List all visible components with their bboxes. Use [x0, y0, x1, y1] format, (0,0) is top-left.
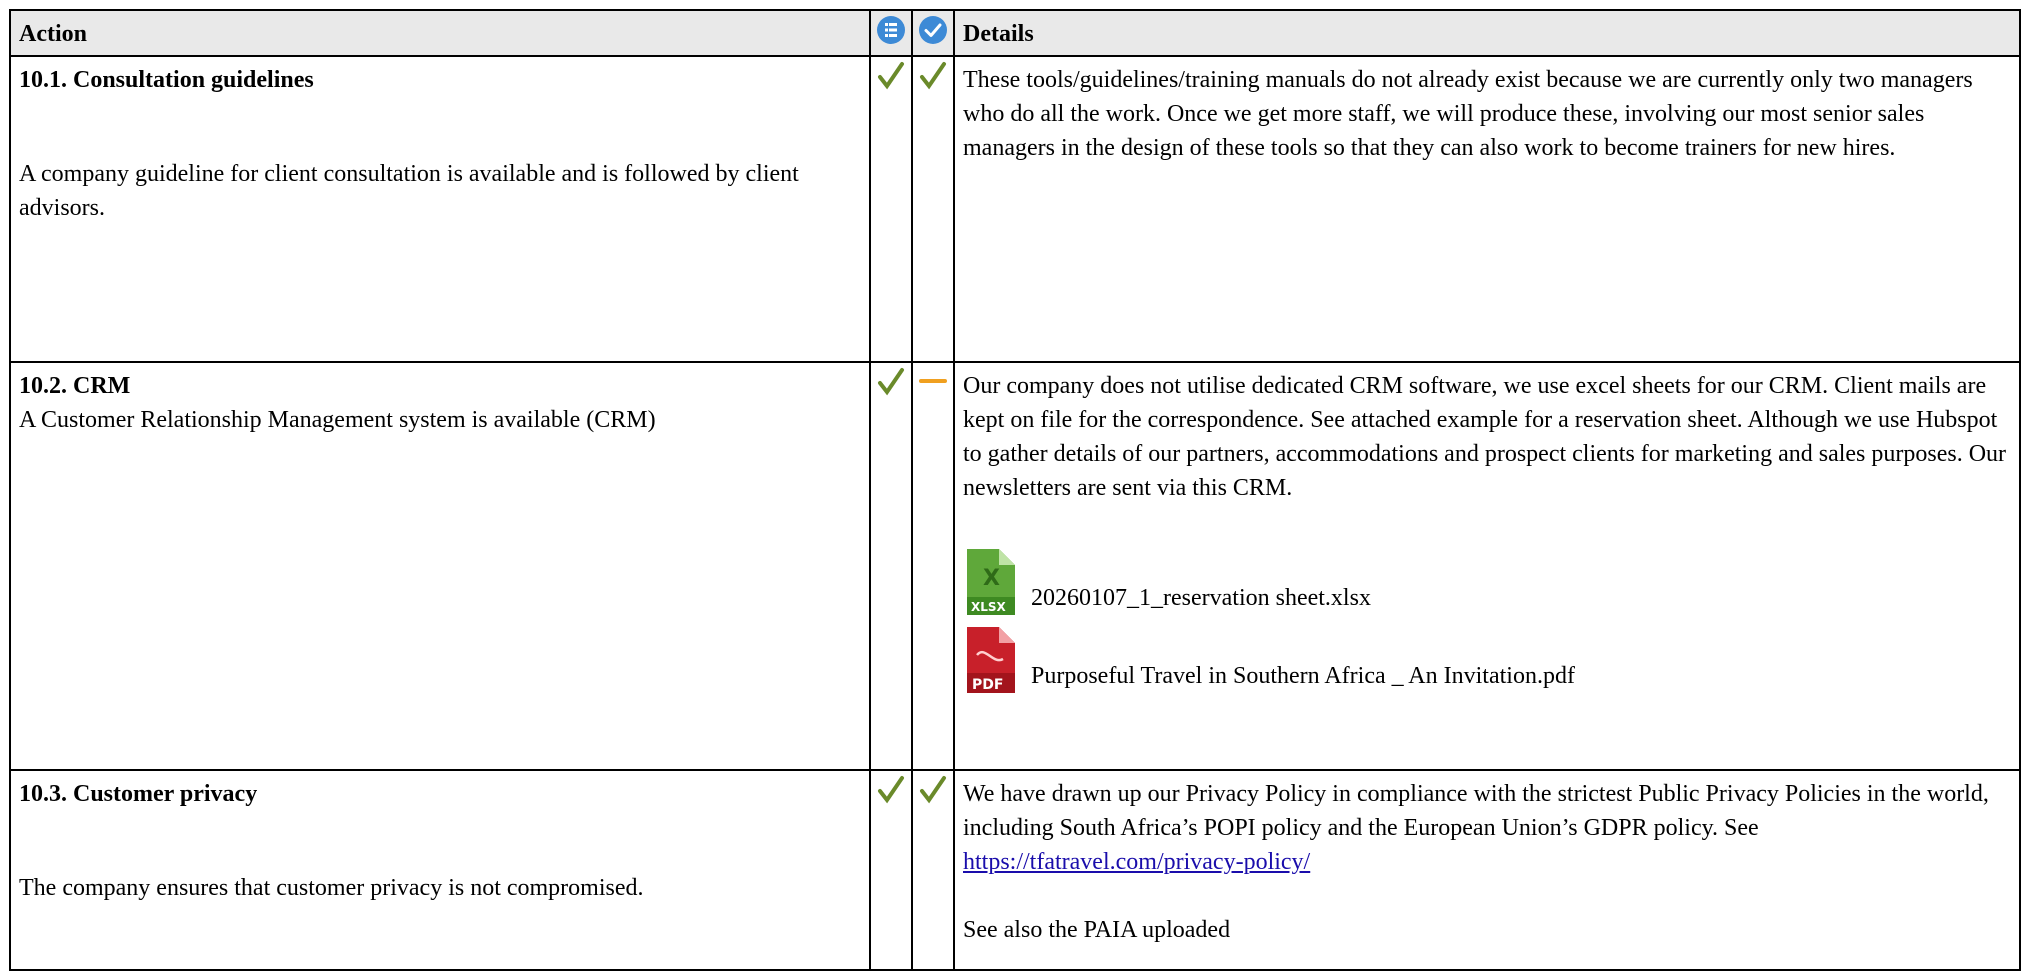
mark-cell-1: [869, 361, 913, 771]
details-text: These tools/guidelines/training manuals …: [963, 67, 1973, 161]
check-icon: [920, 62, 946, 90]
pdf-file-icon: PDF: [967, 627, 1015, 693]
attachment-name[interactable]: 20260107_1_reservation sheet.xlsx: [1031, 583, 1371, 617]
mark-cell-2: [911, 55, 955, 363]
action-title: 10.2. CRM: [19, 373, 131, 399]
mark-cell-1: [869, 769, 913, 971]
details-cell: We have drawn up our Privacy Policy in c…: [953, 769, 2021, 971]
xlsx-file-icon: X XLSX: [967, 549, 1015, 615]
header-list-col: [869, 9, 913, 57]
check-icon: [878, 62, 904, 90]
check-circle-icon: [919, 16, 947, 44]
details-text: Our company does not utilise dedicated C…: [963, 373, 2007, 501]
details-cell: Our company does not utilise dedicated C…: [953, 361, 2021, 771]
action-cell: 10.2. CRM A Customer Relationship Manage…: [9, 361, 871, 771]
svg-text:X: X: [983, 566, 1000, 591]
attachment-pdf[interactable]: PDF Purposeful Travel in Southern Africa…: [963, 623, 2013, 695]
attachment-xlsx[interactable]: X XLSX 20260107_1_reservation sheet.xlsx: [963, 545, 2013, 617]
action-title: 10.3. Customer privacy: [19, 781, 258, 807]
list-icon: [877, 16, 905, 44]
check-icon: [878, 368, 904, 396]
details-text: We have drawn up our Privacy Policy in c…: [963, 777, 2013, 879]
attachment-name[interactable]: Purposeful Travel in Southern Africa _ A…: [1031, 661, 1575, 695]
action-description: A company guideline for client consultat…: [19, 161, 799, 221]
header-check-col: [911, 9, 955, 57]
details-text-after: See also the PAIA uploaded: [963, 917, 1231, 943]
check-icon: [878, 776, 904, 804]
privacy-policy-link[interactable]: https://tfatravel.com/privacy-policy/: [963, 849, 1310, 875]
table-row: 10.2. CRM A Customer Relationship Manage…: [9, 361, 2021, 771]
action-description: A Customer Relationship Management syste…: [19, 407, 656, 433]
mark-cell-2: [911, 769, 955, 971]
header-action: Action: [9, 9, 871, 57]
details-text-before-link: We have drawn up our Privacy Policy in c…: [963, 781, 1989, 841]
table-row: 10.3. Customer privacy The company ensur…: [9, 769, 2021, 971]
check-icon: [920, 776, 946, 804]
partial-dash-icon: [919, 379, 947, 383]
action-description: The company ensures that customer privac…: [19, 875, 644, 901]
action-cell: 10.3. Customer privacy The company ensur…: [9, 769, 871, 971]
table-row: 10.1. Consultation guidelines A company …: [9, 55, 2021, 363]
action-title: 10.1. Consultation guidelines: [19, 67, 314, 93]
header-row: Action Details: [9, 9, 2021, 57]
details-cell: These tools/guidelines/training manuals …: [953, 55, 2021, 363]
svg-text:XLSX: XLSX: [971, 600, 1007, 614]
header-details: Details: [953, 9, 2021, 57]
mark-cell-1: [869, 55, 913, 363]
svg-text:PDF: PDF: [972, 677, 1003, 693]
action-cell: 10.1. Consultation guidelines A company …: [9, 55, 871, 363]
action-table: Action Details 10.1. Consultation guidel…: [9, 9, 2021, 971]
mark-cell-2: [911, 361, 955, 771]
